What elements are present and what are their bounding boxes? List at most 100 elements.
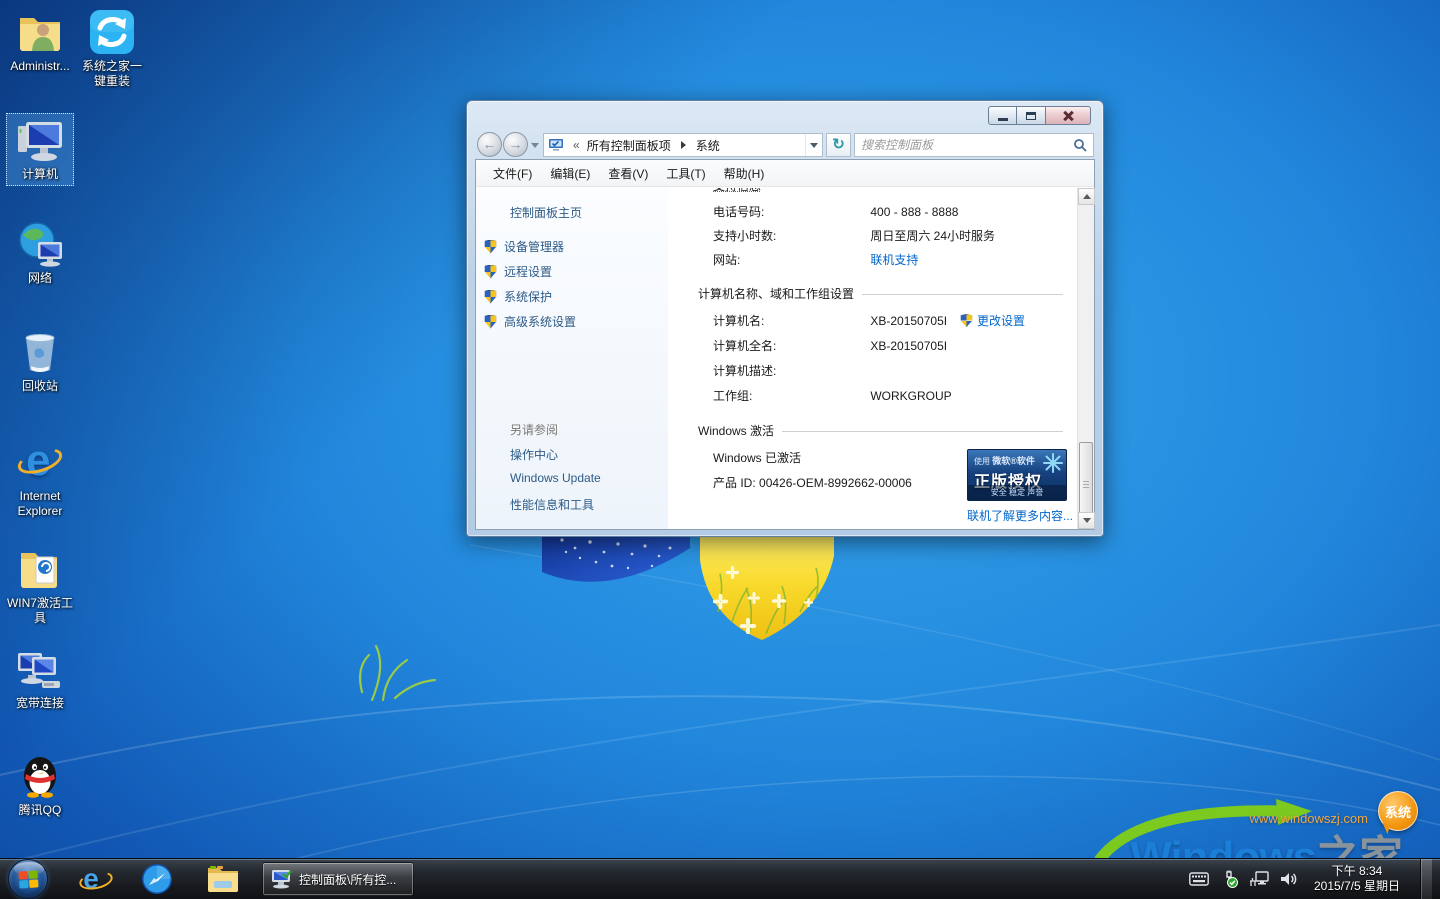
input-keyboard-icon[interactable] bbox=[1189, 872, 1209, 886]
compass-browser-icon bbox=[141, 863, 173, 895]
sidebar-item-performance-tools[interactable]: 性能信息和工具 bbox=[510, 496, 594, 513]
menu-bar: 文件(F) 编辑(E) 查看(V) 工具(T) 帮助(H) bbox=[476, 160, 1094, 187]
desktop: Administr... 系统之家一键重装 计算机 bbox=[0, 0, 1440, 899]
scroll-down-button[interactable] bbox=[1078, 512, 1095, 529]
volume-icon[interactable] bbox=[1280, 871, 1298, 887]
close-button[interactable] bbox=[1046, 106, 1091, 125]
search-input[interactable] bbox=[855, 135, 1073, 155]
sidebar: 控制面板主页 设备管理器 远程设置 系统保护 高级系统设置 另请参阅 操作中心 bbox=[476, 188, 668, 529]
menu-tools[interactable]: 工具(T) bbox=[657, 161, 714, 186]
phone-label: 电话号码: bbox=[713, 203, 867, 220]
computer-fullname-row: 计算机全名: XB-20150705I bbox=[713, 337, 947, 354]
website-label: 网站: bbox=[713, 251, 867, 268]
network-status-icon[interactable] bbox=[1249, 871, 1269, 887]
task-computer-icon bbox=[271, 869, 293, 889]
sidebar-item-system-protection[interactable]: 系统保护 bbox=[484, 288, 552, 305]
workgroup-label: 工作组: bbox=[713, 387, 867, 404]
desktop-icon-qq[interactable]: 腾讯QQ bbox=[0, 752, 80, 818]
desktop-icon-label: InternetExplorer bbox=[0, 489, 80, 519]
vertical-scrollbar[interactable] bbox=[1077, 188, 1094, 529]
learn-more-online-link[interactable]: 联机了解更多内容... bbox=[967, 507, 1073, 524]
recent-pages-chevron-icon[interactable] bbox=[531, 143, 539, 148]
forward-button[interactable]: → bbox=[503, 132, 528, 157]
change-settings-link[interactable]: 更改设置 bbox=[977, 312, 1025, 329]
desktop-icon-label: 腾讯QQ bbox=[0, 803, 80, 818]
window-body: 控制面板主页 设备管理器 远程设置 系统保护 高级系统设置 另请参阅 操作中心 bbox=[476, 188, 1094, 529]
computer-name-label: 计算机名: bbox=[713, 312, 867, 329]
window-caption-buttons bbox=[988, 106, 1091, 125]
sidebar-item-advanced-settings[interactable]: 高级系统设置 bbox=[484, 313, 576, 330]
website-row: 网站: 联机支持 bbox=[713, 251, 918, 268]
navigation-bar: ← → « 所有控制面板项 系统 ↻ bbox=[467, 131, 1103, 159]
activation-status-row: Windows 已激活 bbox=[713, 449, 801, 466]
windows-flag-icon bbox=[18, 870, 38, 888]
minimize-icon bbox=[998, 118, 1008, 121]
taskbar-task-control-panel[interactable]: 控制面板\所有控... bbox=[262, 862, 414, 896]
breadcrumb-system[interactable]: 系统 bbox=[694, 137, 722, 154]
sidebar-item-action-center[interactable]: 操作中心 bbox=[510, 446, 558, 463]
sidebar-item-windows-update[interactable]: Windows Update bbox=[510, 471, 601, 485]
sidebar-item-device-manager[interactable]: 设备管理器 bbox=[484, 238, 564, 255]
recycle-bin-icon bbox=[16, 328, 64, 376]
scroll-up-button[interactable] bbox=[1078, 188, 1095, 205]
clock-time: 下午 8:34 bbox=[1309, 864, 1405, 879]
show-desktop-button[interactable] bbox=[1420, 859, 1432, 899]
desktop-icon-label: WIN7激活工具 bbox=[0, 596, 80, 626]
desktop-icon-sysapp[interactable]: 系统之家一键重装 bbox=[72, 8, 152, 89]
desktop-icon-computer[interactable]: 计算机 bbox=[6, 113, 74, 186]
uac-shield-icon bbox=[484, 290, 497, 304]
address-bar[interactable]: « 所有控制面板项 系统 bbox=[543, 133, 823, 157]
computer-name-value: XB-20150705I bbox=[870, 314, 947, 328]
desktop-icon-label: 计算机 bbox=[7, 167, 73, 182]
windows-activation-section-header: Windows 激活 bbox=[698, 422, 1063, 439]
sidebar-item-control-panel-home[interactable]: 控制面板主页 bbox=[510, 204, 582, 221]
clock-date: 2015/7/5 星期日 bbox=[1309, 879, 1405, 894]
safely-remove-hardware-icon[interactable] bbox=[1220, 870, 1238, 888]
computer-description-label: 计算机描述: bbox=[713, 362, 867, 379]
uac-shield-icon bbox=[484, 265, 497, 279]
desktop-icon-label: 网络 bbox=[0, 271, 80, 286]
system-page-icon bbox=[548, 138, 564, 152]
menu-view[interactable]: 查看(V) bbox=[599, 161, 657, 186]
menu-file[interactable]: 文件(F) bbox=[484, 161, 541, 186]
swap-arrows-icon bbox=[88, 8, 136, 56]
refresh-button[interactable]: ↻ bbox=[826, 133, 851, 157]
taskbar-clock[interactable]: 下午 8:34 2015/7/5 星期日 bbox=[1309, 864, 1405, 894]
activation-status: Windows 已激活 bbox=[713, 451, 801, 465]
uac-shield-icon bbox=[484, 315, 497, 329]
minimize-button[interactable] bbox=[988, 106, 1017, 125]
start-button[interactable] bbox=[8, 859, 48, 899]
online-support-link[interactable]: 联机支持 bbox=[870, 253, 918, 267]
search-icon[interactable] bbox=[1073, 138, 1088, 153]
broadband-icon bbox=[16, 645, 64, 693]
desktop-icon-internet-explorer[interactable]: e InternetExplorer bbox=[0, 438, 80, 519]
address-dropdown-button[interactable] bbox=[805, 134, 822, 156]
change-settings[interactable]: 更改设置 bbox=[960, 312, 1025, 329]
taskbar: e bbox=[0, 858, 1440, 899]
desktop-icon-recycle-bin[interactable]: 回收站 bbox=[0, 328, 80, 394]
ie-icon: e bbox=[16, 438, 64, 486]
desktop-icon-administrator[interactable]: Administr... bbox=[0, 8, 80, 74]
menu-edit[interactable]: 编辑(E) bbox=[541, 161, 599, 186]
maximize-button[interactable] bbox=[1017, 106, 1046, 125]
workgroup-row: 工作组: WORKGROUP bbox=[713, 387, 952, 404]
taskbar-explorer-button[interactable] bbox=[204, 862, 242, 896]
desktop-icon-win7-activation[interactable]: WIN7激活工具 bbox=[0, 545, 80, 626]
uac-shield-icon bbox=[960, 314, 973, 327]
search-box[interactable] bbox=[854, 133, 1094, 157]
sidebar-item-remote-settings[interactable]: 远程设置 bbox=[484, 263, 552, 280]
taskbar-browser-button[interactable] bbox=[138, 862, 176, 896]
breadcrumb-overflow[interactable]: « bbox=[573, 138, 580, 152]
computer-icon bbox=[16, 116, 64, 164]
triangle-down-icon bbox=[1083, 518, 1091, 523]
taskbar-ie-button[interactable]: e bbox=[72, 862, 110, 896]
menu-help[interactable]: 帮助(H) bbox=[715, 161, 774, 186]
back-button[interactable]: ← bbox=[477, 132, 502, 157]
desktop-icon-broadband[interactable]: 宽带连接 bbox=[0, 645, 80, 711]
desktop-icon-network[interactable]: 网络 bbox=[0, 220, 80, 286]
breadcrumb-all-control-panel[interactable]: 所有控制面板项 bbox=[585, 137, 673, 154]
breadcrumb-arrow-icon[interactable] bbox=[681, 141, 686, 149]
genuine-microsoft-badge[interactable]: 使用 微软®软件 正版授权 安全 稳定 声誉 bbox=[967, 449, 1067, 501]
desktop-icon-label: 宽带连接 bbox=[0, 696, 80, 711]
desktop-icon-label: 系统之家一键重装 bbox=[72, 59, 152, 89]
